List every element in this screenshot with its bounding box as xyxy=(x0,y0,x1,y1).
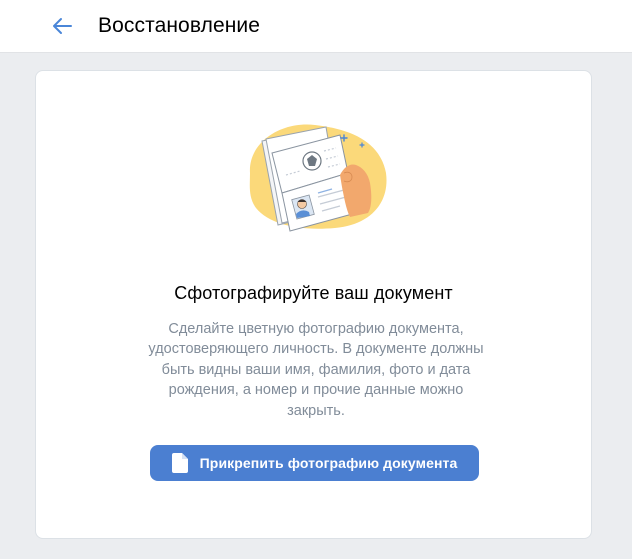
card-description: Сделайте цветную фотографию документа, у… xyxy=(148,321,484,419)
attach-photo-button[interactable]: Прикрепить фотографию документа xyxy=(150,445,479,481)
card-heading: Сфотографируйте ваш документ xyxy=(174,283,453,303)
document-icon xyxy=(171,453,188,473)
page-title: Восстановление xyxy=(98,14,261,37)
back-button[interactable] xyxy=(44,8,80,44)
passport-in-hand-illustration xyxy=(249,124,387,232)
top-bar: Восстановление xyxy=(0,0,632,52)
arrow-left-icon xyxy=(53,18,72,34)
recovery-card: Сфотографируйте ваш документ Сделайте цв… xyxy=(35,70,592,539)
attach-photo-button-label: Прикрепить фотографию документа xyxy=(199,455,458,471)
